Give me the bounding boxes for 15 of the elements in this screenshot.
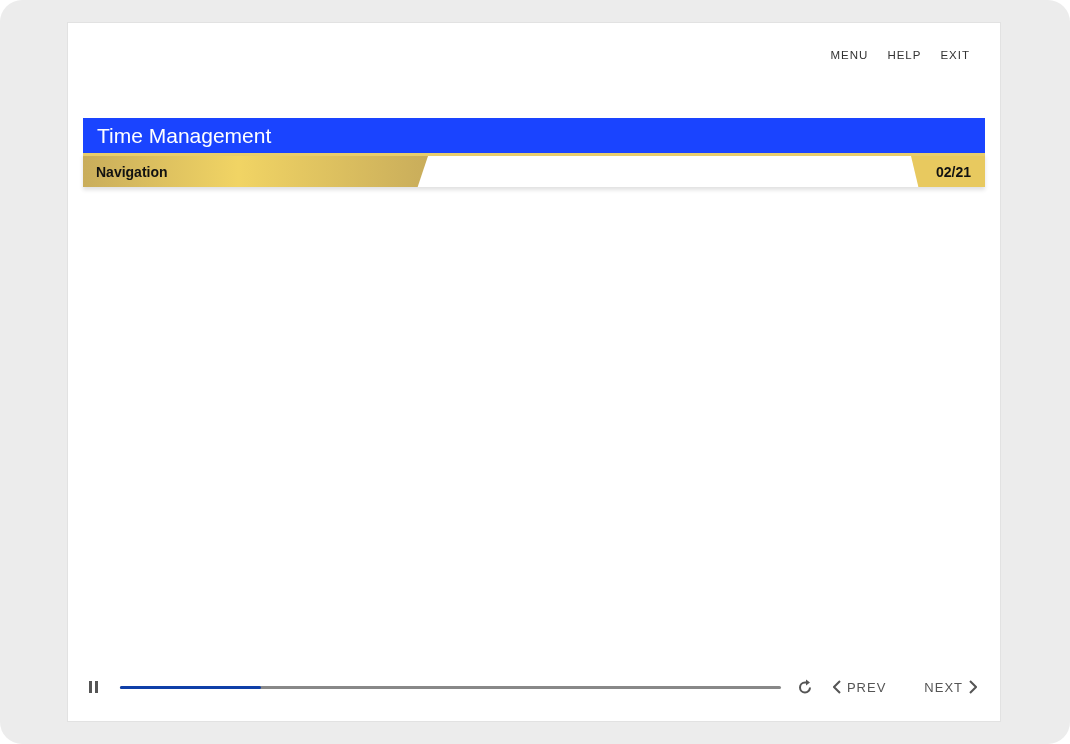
chevron-right-icon [968, 680, 977, 694]
page-counter: 02/21 [935, 163, 971, 180]
menu-link[interactable]: EXIT [940, 49, 970, 75]
course-title: Time Management [97, 123, 272, 148]
next-button[interactable]: NEXT [924, 679, 977, 695]
replay-button[interactable] [796, 679, 813, 695]
prev-button[interactable]: PREV [832, 679, 887, 695]
pause-icon [88, 680, 100, 694]
progress-track[interactable] [120, 685, 781, 689]
replay-icon [796, 679, 813, 695]
menu-link[interactable]: MENU [830, 49, 869, 75]
menu-link[interactable]: HELP [887, 49, 922, 75]
pause-button[interactable] [88, 680, 100, 694]
chevron-left-icon [832, 680, 842, 694]
section-title: Navigation [96, 163, 168, 180]
